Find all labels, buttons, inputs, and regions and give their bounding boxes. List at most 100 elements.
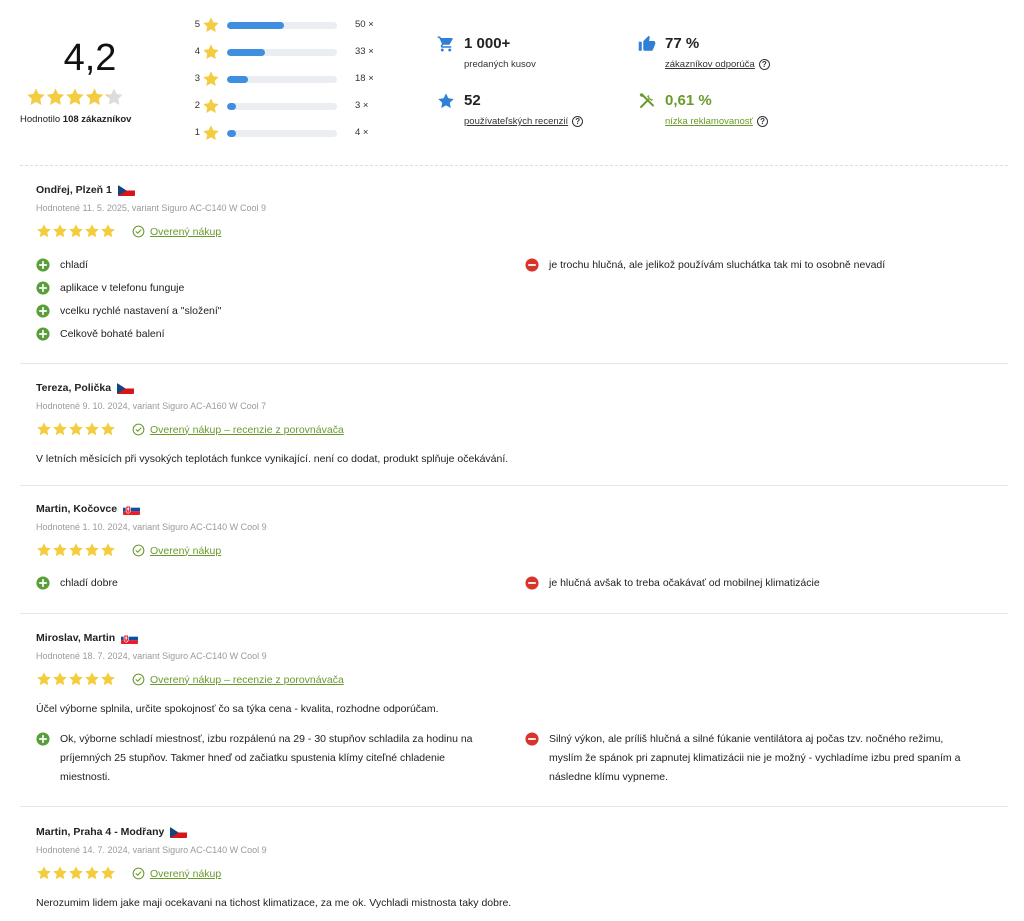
distribution-count: 3 × bbox=[355, 100, 369, 111]
complaints-label-text[interactable]: nízka reklamovanosť bbox=[665, 116, 753, 127]
caption-count: 108 zákazníkov bbox=[62, 114, 132, 125]
pro-text-line: Ok, výborne schladí miestnosť, izbu rozp… bbox=[60, 733, 473, 745]
distribution-bar bbox=[227, 130, 337, 137]
author-name: Martin, Praha 4 - Modřany bbox=[36, 826, 165, 838]
check-circle-icon bbox=[132, 423, 145, 436]
con-item: Silný výkon, ale príliš hlučná a silné f… bbox=[525, 730, 960, 787]
review-separator bbox=[20, 806, 1008, 807]
author-name: Ondřej, Plzeň 1 bbox=[36, 184, 112, 196]
review-text: Účel výborne splnila, určite spokojnosť … bbox=[36, 703, 439, 715]
verified-label[interactable]: Overený nákup – recenzie z porovnávača bbox=[150, 674, 344, 686]
review-stars bbox=[36, 421, 116, 438]
distribution-bar-fill bbox=[227, 130, 236, 137]
review-item: Miroslav, Martin Hodnotené 18. 7. 2024, … bbox=[36, 632, 1008, 792]
distribution-stars: 5 bbox=[194, 19, 200, 30]
review-item: Martin, Praha 4 - Modřany Hodnotené 14. … bbox=[36, 826, 1008, 916]
minus-circle-icon bbox=[525, 258, 539, 272]
star-icon bbox=[203, 98, 219, 114]
review-meta: Hodnotené 9. 10. 2024, variant Siguro AC… bbox=[36, 401, 267, 411]
pro-item: vcelku rychlé nastavení a "složení" bbox=[36, 302, 222, 321]
distribution-bar bbox=[227, 49, 337, 56]
reviews-label[interactable]: používateľských recenzií ? bbox=[464, 116, 584, 127]
verified-purchase-link[interactable]: Overený nákup bbox=[132, 867, 221, 880]
help-icon[interactable]: ? bbox=[758, 59, 770, 70]
plus-circle-icon bbox=[36, 576, 50, 590]
summary-divider bbox=[20, 165, 1008, 166]
con-item: je hlučná avšak to treba očakávať od mob… bbox=[525, 574, 820, 593]
verified-label[interactable]: Overený nákup bbox=[150, 868, 221, 880]
verified-purchase-link[interactable]: Overený nákup – recenzie z porovnávača bbox=[132, 423, 344, 436]
review-text: Nerozumim lidem jake maji ocekavani na t… bbox=[36, 897, 512, 909]
pro-text: Ok, výborne schladí miestnosť, izbu rozp… bbox=[60, 730, 473, 787]
check-circle-icon bbox=[132, 544, 145, 557]
star-icon bbox=[203, 17, 219, 33]
tools-icon bbox=[639, 93, 654, 108]
review-stars bbox=[36, 865, 116, 882]
reviews-label-text[interactable]: používateľských recenzií bbox=[464, 116, 568, 127]
review-stars bbox=[36, 223, 116, 240]
average-stars bbox=[26, 86, 124, 108]
distribution-row-3[interactable]: 3 18 × bbox=[190, 70, 380, 90]
help-icon[interactable]: ? bbox=[572, 116, 584, 127]
distribution-row-5[interactable]: 5 50 × bbox=[190, 16, 380, 36]
verified-label[interactable]: Overený nákup – recenzie z porovnávača bbox=[150, 424, 344, 436]
plus-circle-icon bbox=[36, 327, 50, 341]
distribution-stars: 1 bbox=[194, 127, 200, 138]
verified-purchase-link[interactable]: Overený nákup bbox=[132, 544, 221, 557]
distribution-row-1[interactable]: 1 4 × bbox=[190, 124, 380, 144]
flag-sk-icon bbox=[123, 503, 141, 515]
pro-item: Ok, výborne schladí miestnosť, izbu rozp… bbox=[36, 730, 473, 787]
pro-text-line: miestnosti. bbox=[60, 771, 111, 783]
cart-icon bbox=[437, 36, 453, 52]
verified-purchase-link[interactable]: Overený nákup – recenzie z porovnávača bbox=[132, 673, 344, 686]
distribution-row-2[interactable]: 2 3 × bbox=[190, 97, 380, 117]
flag-cz-icon bbox=[170, 826, 188, 838]
con-item: je trochu hlučná, ale jelikož používám s… bbox=[525, 256, 885, 275]
review-meta: Hodnotené 1. 10. 2024, variant Siguro AC… bbox=[36, 522, 267, 532]
distribution-count: 4 × bbox=[355, 127, 369, 138]
recommend-label[interactable]: zákazníkov odporúča ? bbox=[665, 59, 770, 70]
distribution-row-4[interactable]: 4 33 × bbox=[190, 43, 380, 63]
check-circle-icon bbox=[132, 673, 145, 686]
complaints-label[interactable]: nízka reklamovanosť ? bbox=[665, 116, 769, 127]
pro-text: Celkově bohaté balení bbox=[60, 328, 165, 340]
review-item: Tereza, Polička Hodnotené 9. 10. 2024, v… bbox=[36, 382, 1008, 472]
review-item: Ondřej, Plzeň 1 Hodnotené 11. 5. 2025, v… bbox=[36, 184, 1008, 344]
minus-circle-icon bbox=[525, 732, 539, 746]
verified-label[interactable]: Overený nákup bbox=[150, 226, 221, 238]
author-name: Martin, Kočovce bbox=[36, 503, 118, 515]
con-text-line: následne klímu vypneme. bbox=[549, 771, 669, 783]
verified-label[interactable]: Overený nákup bbox=[150, 545, 221, 557]
reviews-value: 52 bbox=[464, 92, 481, 109]
pro-text: aplikace v telefonu funguje bbox=[60, 282, 185, 294]
plus-circle-icon bbox=[36, 281, 50, 295]
pro-item: aplikace v telefonu funguje bbox=[36, 279, 184, 298]
thumbs-up-icon bbox=[638, 35, 656, 51]
distribution-count: 33 × bbox=[355, 46, 374, 57]
star-icon bbox=[438, 93, 454, 109]
distribution-bar bbox=[227, 76, 337, 83]
distribution-stars: 3 bbox=[194, 73, 200, 84]
flag-sk-icon bbox=[121, 632, 139, 644]
review-text: V letních měsících při vysokých teplotác… bbox=[36, 453, 509, 465]
verified-purchase-link[interactable]: Overený nákup bbox=[132, 225, 221, 238]
check-circle-icon bbox=[132, 867, 145, 880]
review-item: Martin, Kočovce Hodnotené 1. 10. 2024, v… bbox=[36, 503, 1008, 603]
plus-circle-icon bbox=[36, 258, 50, 272]
distribution-bar bbox=[227, 22, 337, 29]
review-meta: Hodnotené 14. 7. 2024, variant Siguro AC… bbox=[36, 845, 267, 855]
rating-summary: 4,2 Hodnotilo 108 zákazníkov 5 50 × 4 33… bbox=[0, 0, 1024, 165]
help-icon[interactable]: ? bbox=[757, 116, 769, 127]
pro-text: vcelku rychlé nastavení a "složení" bbox=[60, 305, 222, 317]
flag-cz-icon bbox=[117, 184, 135, 196]
review-author: Miroslav, Martin bbox=[36, 632, 139, 644]
review-separator bbox=[20, 363, 1008, 364]
distribution-count: 18 × bbox=[355, 73, 374, 84]
sold-label-text: predaných kusov bbox=[464, 59, 536, 70]
author-name: Miroslav, Martin bbox=[36, 632, 116, 644]
recommend-label-text[interactable]: zákazníkov odporúča bbox=[665, 59, 755, 70]
distribution-bar-fill bbox=[227, 76, 248, 83]
flag-cz-icon bbox=[117, 382, 135, 394]
sold-label: predaných kusov bbox=[464, 59, 536, 70]
star-icon bbox=[203, 125, 219, 141]
